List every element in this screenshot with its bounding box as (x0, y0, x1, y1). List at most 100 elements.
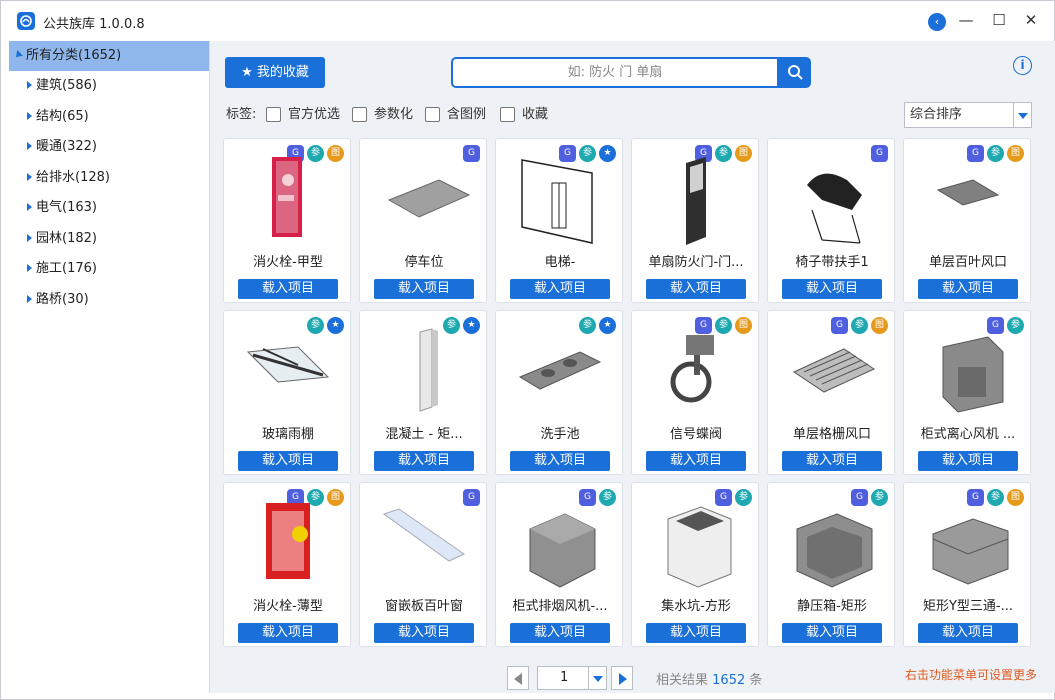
result-prefix: 相关结果 (656, 673, 709, 688)
app-logo-icon (17, 12, 35, 30)
family-card[interactable]: G 参图矩形Y型三通-... 载入项目 (903, 482, 1031, 647)
sidebar-item[interactable]: 给排水(128) (27, 163, 110, 193)
load-to-project-button[interactable]: 载入项目 (918, 623, 1018, 643)
expand-arrow-icon[interactable] (27, 111, 32, 120)
family-card[interactable]: G 参图消火栓-薄型 载入项目 (223, 482, 351, 647)
page-dropdown-icon[interactable] (588, 667, 606, 689)
expand-arrow-icon[interactable] (27, 172, 32, 181)
sidebar-item-label: 建筑(586) (36, 78, 97, 93)
load-to-project-button[interactable]: 载入项目 (646, 279, 746, 299)
family-card[interactable]: G 参静压箱-矩形 载入项目 (767, 482, 895, 647)
family-card[interactable]: G 参集水坑-方形 载入项目 (631, 482, 759, 647)
sidebar-item[interactable]: 结构(65) (27, 102, 89, 132)
family-thumbnail (510, 155, 610, 245)
family-card[interactable]: G 参图单层百叶风口 载入项目 (903, 138, 1031, 303)
sort-dropdown[interactable]: 综合排序 (904, 102, 1032, 128)
search-button[interactable] (779, 57, 811, 88)
back-button[interactable]: ‹ (928, 13, 946, 31)
load-to-project-button[interactable]: 载入项目 (510, 451, 610, 471)
search-icon (788, 65, 803, 80)
sidebar-item[interactable]: 暖通(322) (27, 132, 97, 162)
family-thumbnail (510, 327, 610, 417)
family-grid: G 参图消火栓-甲型 载入项目 G 停车位 载入项目 G 参 ★ 电梯- 载入项目 G 参图单扇防火门-… (223, 138, 1035, 648)
family-card[interactable]: G 参 ★ 电梯- 载入项目 (495, 138, 623, 303)
load-to-project-button[interactable]: 载入项目 (238, 451, 338, 471)
minimize-button[interactable]: — (954, 9, 978, 33)
family-name: 消火栓-薄型 (253, 599, 323, 614)
sidebar-item[interactable]: 电气(163) (27, 193, 97, 223)
family-name: 集水坑-方形 (661, 599, 731, 614)
sidebar-item-label: 施工(176) (36, 261, 97, 276)
load-to-project-button[interactable]: 载入项目 (782, 623, 882, 643)
load-to-project-button[interactable]: 载入项目 (510, 623, 610, 643)
checkbox-favorite[interactable] (500, 107, 515, 122)
expand-arrow-icon[interactable] (27, 203, 32, 211)
context-menu-hint: 右击功能菜单可设置更多 (905, 668, 1038, 682)
expand-arrow-icon[interactable] (27, 142, 32, 150)
sidebar-item[interactable]: 施工(176) (27, 254, 97, 284)
result-suffix: 条 (749, 673, 763, 688)
sidebar-item-label: 园林(182) (36, 230, 97, 246)
checkbox-official[interactable] (266, 107, 281, 122)
load-to-project-button[interactable]: 载入项目 (374, 451, 474, 471)
family-card[interactable]: 参 ★ 混凝土 - 矩... 载入项目 (359, 310, 487, 475)
next-page-button[interactable] (611, 666, 633, 690)
chevron-down-icon[interactable] (1013, 103, 1031, 127)
window-title: 公共族库 1.0.0.8 (43, 17, 145, 32)
family-thumbnail (646, 499, 746, 589)
load-to-project-button[interactable]: 载入项目 (782, 451, 882, 471)
family-card[interactable]: G 参柜式离心风机 ... 载入项目 (903, 310, 1031, 475)
page-number: 1 (560, 670, 569, 685)
load-to-project-button[interactable]: 载入项目 (238, 623, 338, 643)
maximize-button[interactable]: ☐ (987, 9, 1011, 33)
load-to-project-button[interactable]: 载入项目 (374, 279, 474, 299)
sidebar-item[interactable]: 园林(182) (27, 224, 97, 254)
load-to-project-button[interactable]: 载入项目 (918, 279, 1018, 299)
family-card[interactable]: G 参图消火栓-甲型 载入项目 (223, 138, 351, 303)
sidebar-item[interactable]: 路桥(30) (27, 285, 89, 315)
family-card[interactable]: G 参图单层格栅风口 载入项目 (767, 310, 895, 475)
family-card[interactable]: G 窗嵌板百叶窗 载入项目 (359, 482, 487, 647)
family-card[interactable]: G 参柜式排烟风机-... 载入项目 (495, 482, 623, 647)
search-input[interactable]: 如: 防火 门 单扇 (451, 57, 779, 88)
prev-page-button[interactable] (507, 666, 529, 690)
family-thumbnail (646, 155, 746, 245)
star-icon: ★ (241, 65, 253, 80)
my-favorites-button[interactable]: ★ 我的收藏 (225, 57, 325, 88)
family-card[interactable]: 参 ★ 洗手池 载入项目 (495, 310, 623, 475)
family-card[interactable]: G 椅子带扶手1 载入项目 (767, 138, 895, 303)
load-to-project-button[interactable]: 载入项目 (646, 451, 746, 471)
expand-arrow-icon[interactable] (27, 294, 32, 303)
load-to-project-button[interactable]: 载入项目 (510, 279, 610, 299)
expanded-arrow-icon[interactable] (13, 50, 23, 60)
category-tree: 所有分类(1652) 建筑(586) 结构(65) 暖通(322) 给排水(128) 电… (9, 41, 210, 693)
family-card[interactable]: 参 ★ 玻璃雨棚 载入项目 (223, 310, 351, 475)
expand-arrow-icon[interactable] (27, 81, 32, 89)
tree-root-row: 所有分类(1652) (13, 41, 121, 71)
family-card[interactable]: G 参图信号蝶阀 载入项目 (631, 310, 759, 475)
family-name: 窗嵌板百叶窗 (384, 599, 463, 614)
load-to-project-button[interactable]: 载入项目 (782, 279, 882, 299)
checkbox-param[interactable] (352, 107, 367, 122)
page-number-input[interactable]: 1 (537, 666, 607, 690)
info-icon[interactable]: i (1013, 56, 1032, 75)
tree-root-all[interactable]: 所有分类(1652) (9, 41, 209, 71)
load-to-project-button[interactable]: 载入项目 (918, 451, 1018, 471)
sidebar-item-label: 结构(65) (36, 108, 89, 124)
family-thumbnail (510, 499, 610, 589)
family-name: 洗手池 (540, 427, 580, 442)
load-to-project-button[interactable]: 载入项目 (238, 279, 338, 299)
load-to-project-button[interactable]: 载入项目 (374, 623, 474, 643)
family-thumbnail (238, 155, 338, 245)
load-to-project-button[interactable]: 载入项目 (646, 623, 746, 643)
expand-arrow-icon[interactable] (27, 264, 32, 272)
close-button[interactable]: ✕ (1019, 9, 1043, 33)
family-card[interactable]: G 参图单扇防火门-门... 载入项目 (631, 138, 759, 303)
main-panel: ★ 我的收藏 如: 防火 门 单扇 i 标签: 官方优选 参数化 含图例 收藏 … (210, 41, 1055, 693)
family-thumbnail (918, 499, 1018, 589)
sidebar-item[interactable]: 建筑(586) (27, 71, 97, 101)
expand-arrow-icon[interactable] (27, 233, 32, 242)
family-name: 单层百叶风口 (928, 255, 1007, 270)
family-card[interactable]: G 停车位 载入项目 (359, 138, 487, 303)
checkbox-legend[interactable] (425, 107, 440, 122)
